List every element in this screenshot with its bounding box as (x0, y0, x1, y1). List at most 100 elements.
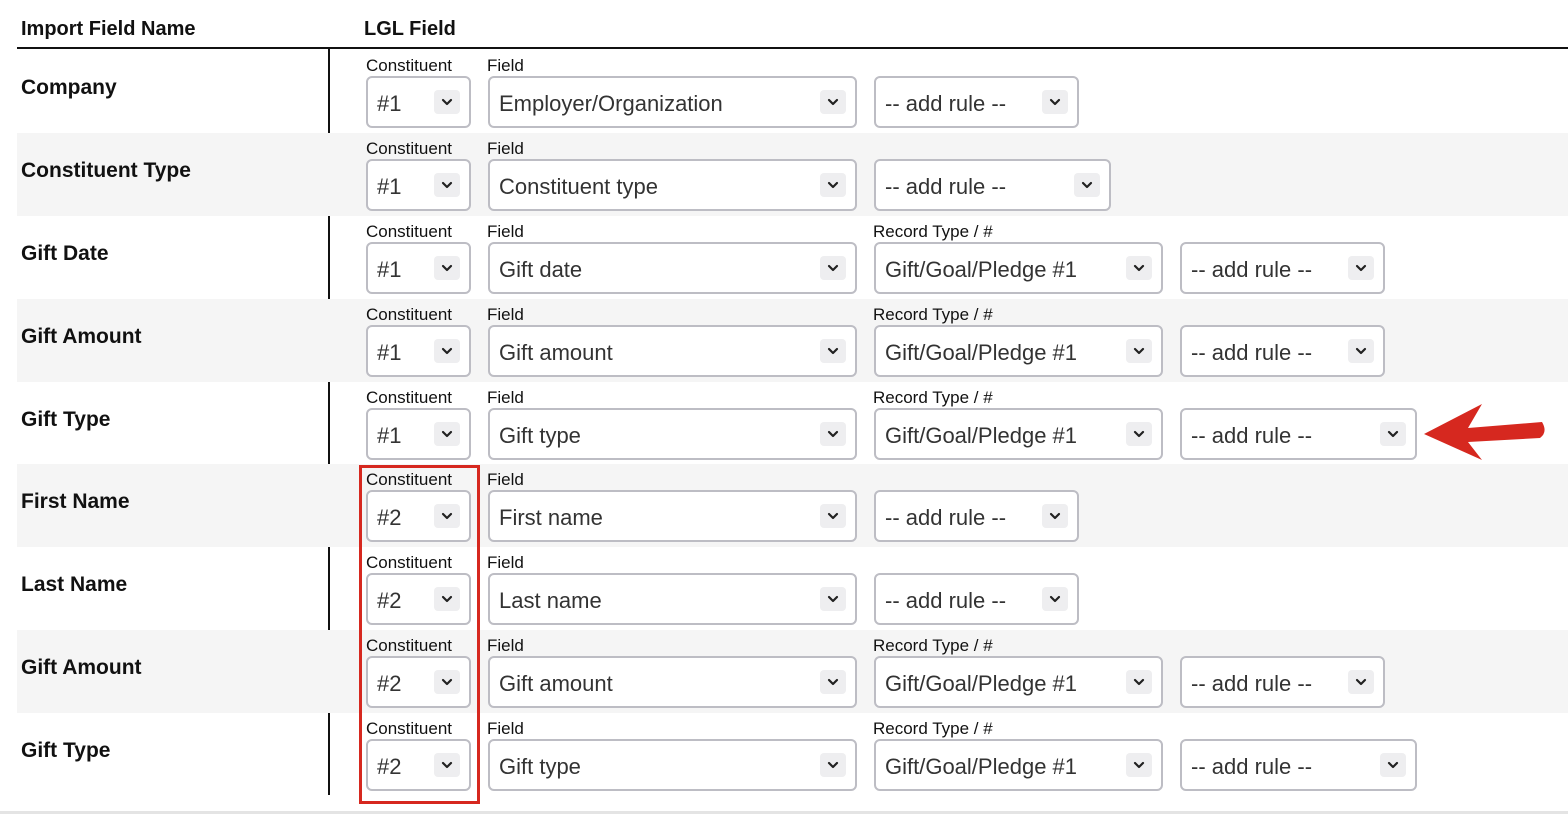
field-select-value: Gift amount (499, 340, 613, 365)
record-type-select[interactable]: Gift/Goal/Pledge #1 (874, 656, 1163, 708)
field-select[interactable]: Constituent type (488, 159, 857, 211)
constituent-select-value: #1 (377, 340, 402, 365)
add-rule-select[interactable]: -- add rule -- (1180, 656, 1385, 708)
chevron-down-icon (1126, 670, 1152, 694)
record-type-select[interactable]: Gift/Goal/Pledge #1 (874, 739, 1163, 791)
field-select[interactable]: Employer/Organization (488, 76, 857, 128)
arrow-left-icon (1424, 404, 1545, 460)
field-select[interactable]: Gift type (488, 739, 857, 791)
add-rule-select[interactable]: -- add rule -- (1180, 325, 1385, 377)
import-field-label: Gift Type (21, 408, 111, 431)
chevron-down-icon (1126, 422, 1152, 446)
record-type-caption: Record Type / # (873, 636, 993, 655)
table-row: Gift Amount Constituent #2 Field Gift amount… (17, 630, 1568, 713)
constituent-select[interactable]: #1 (366, 76, 471, 128)
field-caption: Field (487, 139, 524, 158)
add-rule-select[interactable]: -- add rule -- (1180, 242, 1385, 294)
chevron-down-icon (1126, 256, 1152, 280)
field-caption: Field (487, 388, 524, 407)
field-select[interactable]: Gift type (488, 408, 857, 460)
record-type-select[interactable]: Gift/Goal/Pledge #1 (874, 325, 1163, 377)
field-select[interactable]: Last name (488, 573, 857, 625)
constituent-select[interactable]: #1 (366, 159, 471, 211)
field-select-value: Gift date (499, 257, 583, 282)
constituent-select-value: #1 (377, 257, 402, 282)
table-row: Gift Type Constituent #1 Field Gift type Reco… (17, 382, 1568, 465)
chevron-down-icon (820, 753, 846, 777)
table-row: Constituent Type Constituent #1 Field Consti… (17, 133, 1568, 216)
chevron-down-icon (820, 173, 846, 197)
field-caption: Field (487, 719, 524, 738)
record-type-select[interactable]: Gift/Goal/Pledge #1 (874, 242, 1163, 294)
field-caption: Field (487, 553, 524, 572)
field-select[interactable]: Gift amount (488, 325, 857, 377)
field-select-value: Employer/Organization (499, 91, 723, 116)
record-type-caption: Record Type / # (873, 388, 993, 407)
chevron-down-icon (820, 422, 846, 446)
add-rule-select-value: -- add rule -- (1191, 754, 1313, 779)
chevron-down-icon (820, 670, 846, 694)
chevron-down-icon (1126, 339, 1152, 363)
header-divider (17, 47, 1568, 49)
add-rule-select[interactable]: -- add rule -- (1180, 408, 1417, 460)
field-select-value: Gift amount (499, 671, 613, 696)
chevron-down-icon (1042, 504, 1068, 528)
field-caption: Field (487, 56, 524, 75)
field-caption: Field (487, 470, 524, 489)
add-rule-select-value: -- add rule -- (885, 505, 1007, 530)
import-field-label: Constituent Type (21, 159, 191, 182)
chevron-down-icon (820, 90, 846, 114)
record-type-caption: Record Type / # (873, 305, 993, 324)
field-select[interactable]: Gift date (488, 242, 857, 294)
record-type-select-value: Gift/Goal/Pledge #1 (885, 257, 1078, 282)
field-select-value: Constituent type (499, 174, 658, 199)
constituent-select-value: #1 (377, 174, 402, 199)
field-select-value: Gift type (499, 423, 581, 448)
import-field-label: Company (21, 76, 117, 99)
constituent-select[interactable]: #1 (366, 408, 471, 460)
field-select[interactable]: First name (488, 490, 857, 542)
add-rule-select-value: -- add rule -- (1191, 340, 1313, 365)
constituent-select-value: #1 (377, 423, 402, 448)
chevron-down-icon (1380, 422, 1406, 446)
add-rule-select[interactable]: -- add rule -- (874, 490, 1079, 542)
chevron-down-icon (434, 422, 460, 446)
record-type-select-value: Gift/Goal/Pledge #1 (885, 754, 1078, 779)
add-rule-select-value: -- add rule -- (885, 588, 1007, 613)
field-select-value: Gift type (499, 754, 581, 779)
field-select-value: First name (499, 505, 603, 530)
lgl-field-header: LGL Field (364, 18, 456, 40)
table-row: First Name Constituent #2 Field First name --… (17, 464, 1568, 547)
field-select[interactable]: Gift amount (488, 656, 857, 708)
constituent-caption: Constituent (366, 222, 452, 241)
constituent-select[interactable]: #1 (366, 325, 471, 377)
record-type-caption: Record Type / # (873, 719, 993, 738)
chevron-down-icon (820, 339, 846, 363)
chevron-down-icon (1042, 90, 1068, 114)
bottom-edge (0, 811, 1568, 814)
field-caption: Field (487, 222, 524, 241)
record-type-select-value: Gift/Goal/Pledge #1 (885, 340, 1078, 365)
table-row: Gift Amount Constituent #1 Field Gift amount… (17, 299, 1568, 382)
import-field-label: Last Name (21, 573, 128, 596)
field-caption: Field (487, 305, 524, 324)
chevron-down-icon (434, 256, 460, 280)
import-field-label: Gift Date (21, 242, 109, 265)
chevron-down-icon (1126, 753, 1152, 777)
chevron-down-icon (434, 173, 460, 197)
chevron-down-icon (434, 90, 460, 114)
constituent-select[interactable]: #1 (366, 242, 471, 294)
add-rule-select-value: -- add rule -- (1191, 423, 1313, 448)
chevron-down-icon (1074, 173, 1100, 197)
table-row: Last Name Constituent #2 Field Last name -- a… (17, 547, 1568, 630)
chevron-down-icon (1348, 670, 1374, 694)
add-rule-select[interactable]: -- add rule -- (874, 159, 1111, 211)
record-type-select[interactable]: Gift/Goal/Pledge #1 (874, 408, 1163, 460)
chevron-down-icon (1348, 339, 1374, 363)
table-row: Company Constituent #1 Field Employer/Organi… (17, 50, 1568, 133)
add-rule-select[interactable]: -- add rule -- (1180, 739, 1417, 791)
add-rule-select[interactable]: -- add rule -- (874, 573, 1079, 625)
add-rule-select[interactable]: -- add rule -- (874, 76, 1079, 128)
add-rule-select-value: -- add rule -- (885, 91, 1007, 116)
chevron-down-icon (1380, 753, 1406, 777)
